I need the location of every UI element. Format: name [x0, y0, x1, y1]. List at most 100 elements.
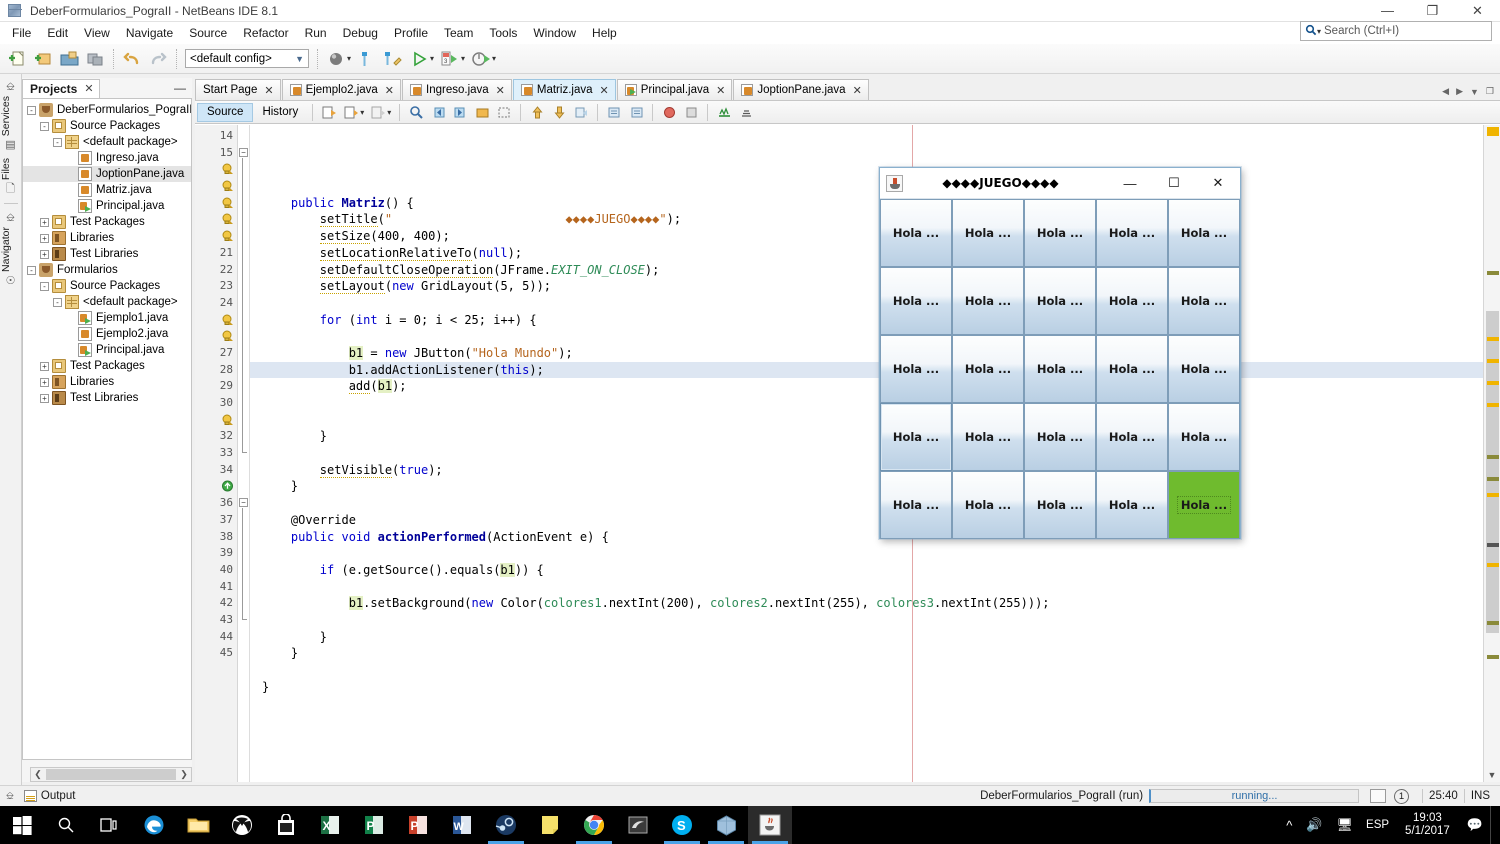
code-line[interactable]: [250, 612, 1500, 629]
java-maximize-button[interactable]: ☐: [1152, 168, 1196, 198]
tree-item-source-packages[interactable]: - Source Packages: [23, 118, 191, 134]
gutter-line[interactable]: [195, 195, 237, 212]
gutter-line[interactable]: 24: [195, 295, 237, 312]
menu-debug[interactable]: Debug: [335, 24, 386, 42]
code-line[interactable]: [250, 579, 1500, 596]
taskbar-search-icon[interactable]: [44, 806, 88, 844]
grid-button[interactable]: Hola ...: [952, 471, 1024, 539]
gutter-line[interactable]: 27: [195, 345, 237, 362]
tree-item-source-packages[interactable]: - Source Packages: [23, 278, 191, 294]
undo-icon[interactable]: [119, 47, 145, 71]
gutter-line[interactable]: [195, 211, 237, 228]
grid-button[interactable]: Hola ...: [1024, 335, 1096, 403]
stripe-mark-warning[interactable]: [1487, 337, 1499, 341]
code-line[interactable]: [250, 495, 1500, 512]
gutter-line[interactable]: [195, 178, 237, 195]
editor-fold-column[interactable]: − −: [238, 125, 250, 782]
save-all-icon[interactable]: [82, 47, 108, 71]
expand-icon[interactable]: +: [40, 393, 49, 403]
inspect-icon[interactable]: [713, 102, 735, 122]
code-line[interactable]: [250, 328, 1500, 345]
gutter-line[interactable]: 29: [195, 378, 237, 395]
new-file-icon[interactable]: [4, 47, 30, 71]
menu-team[interactable]: Team: [436, 24, 481, 42]
gutter-line[interactable]: [195, 478, 237, 495]
expand-icon[interactable]: +: [40, 361, 49, 371]
stripe-mark-annotation[interactable]: [1487, 455, 1499, 459]
stripe-mark-warning[interactable]: [1487, 493, 1499, 497]
run-project-icon[interactable]: [406, 47, 432, 71]
collapse-icon[interactable]: -: [53, 137, 62, 147]
warning-lightbulb-icon[interactable]: [221, 414, 234, 426]
tree-item-test-libraries[interactable]: + Test Libraries: [23, 390, 191, 406]
taskbar-file-explorer-icon[interactable]: [176, 806, 220, 844]
taskbar-sticky-notes-icon[interactable]: [528, 806, 572, 844]
grid-button[interactable]: Hola ...: [880, 199, 952, 267]
code-line[interactable]: setDefaultCloseOperation(JFrame.EXIT_ON_…: [250, 262, 1500, 279]
code-line[interactable]: [250, 445, 1500, 462]
grid-button[interactable]: Hola ...: [880, 335, 952, 403]
stripe-mark-warning[interactable]: [1487, 403, 1499, 407]
warning-lightbulb-icon[interactable]: [221, 230, 234, 242]
last-edit-icon[interactable]: [318, 102, 340, 122]
tree-item-libraries[interactable]: + Libraries: [23, 374, 191, 390]
tree-item-ejemplo1-java[interactable]: Ejemplo1.java: [23, 310, 191, 326]
fold-toggle-constructor[interactable]: −: [239, 147, 248, 157]
close-icon[interactable]: ✕: [84, 82, 93, 95]
gutter-line[interactable]: [195, 328, 237, 345]
code-editor[interactable]: 14 15 21 22 23 24 27 28 29 30 32 33 34 36 37 38 39 40 41 42…: [195, 125, 1500, 782]
tree-item-ejemplo2-java[interactable]: Ejemplo2.java: [23, 326, 191, 342]
grid-button[interactable]: Hola ...: [880, 267, 952, 335]
code-line[interactable]: [250, 295, 1500, 312]
gutter-line[interactable]: 43: [195, 612, 237, 629]
code-line[interactable]: add(b1);: [250, 378, 1500, 395]
taskbar-nvidia-icon[interactable]: [616, 806, 660, 844]
collapse-icon[interactable]: -: [40, 121, 49, 131]
grid-button[interactable]: Hola ...: [880, 471, 952, 539]
grid-button[interactable]: Hola ...: [1096, 471, 1168, 539]
tree-item-joptionpane-java[interactable]: JoptionPane.java: [23, 166, 191, 182]
tree-item-test-packages[interactable]: + Test Packages: [23, 358, 191, 374]
code-line[interactable]: [250, 695, 1500, 712]
grid-button[interactable]: Hola ...: [1168, 471, 1240, 539]
taskbar-java-app-icon[interactable]: [748, 806, 792, 844]
taskbar-skype-icon[interactable]: S: [660, 806, 704, 844]
gutter-line[interactable]: 21: [195, 245, 237, 262]
code-line[interactable]: @Override: [250, 512, 1500, 529]
redo-icon[interactable]: [145, 47, 171, 71]
gutter-line[interactable]: [195, 228, 237, 245]
clean-build-alt-icon[interactable]: [380, 47, 406, 71]
tree-item-test-packages[interactable]: + Test Packages: [23, 214, 191, 230]
grid-button[interactable]: Hola ...: [1168, 199, 1240, 267]
rail-label-navigator[interactable]: Navigator: [0, 227, 12, 272]
grid-button[interactable]: Hola ...: [1024, 471, 1096, 539]
taskbar-powerpoint-icon[interactable]: P: [396, 806, 440, 844]
code-line[interactable]: b1.setBackground(new Color(colores1.next…: [250, 595, 1500, 612]
previous-bookmark-icon[interactable]: [427, 102, 449, 122]
gutter-line[interactable]: 15: [195, 145, 237, 162]
notification-badge[interactable]: 1: [1394, 788, 1410, 804]
project-config-select[interactable]: <default config> ▼: [185, 49, 309, 68]
rail-label-files[interactable]: Files: [0, 158, 12, 180]
profile-dropdown-icon[interactable]: ▾: [492, 54, 496, 63]
menu-window[interactable]: Window: [525, 24, 584, 42]
close-tab-icon[interactable]: ✕: [385, 84, 394, 97]
next-bookmark-icon[interactable]: [449, 102, 471, 122]
dropdown-list-icon[interactable]: ▼: [1470, 87, 1479, 97]
tree-item-default-package[interactable]: - <default package>: [23, 294, 191, 310]
close-tab-icon[interactable]: ✕: [600, 84, 609, 97]
files-icon[interactable]: 🗋: [0, 182, 21, 196]
warning-lightbulb-icon[interactable]: [221, 330, 234, 342]
rail-label-services[interactable]: Services: [0, 96, 12, 136]
show-hidden-icons-icon[interactable]: ^: [1279, 818, 1299, 833]
output-label[interactable]: Output: [41, 790, 76, 802]
tree-item-deberformularios-pograii[interactable]: - DeberFormularios_PograII: [23, 102, 191, 118]
code-line[interactable]: if (e.getSource().equals(b1)) {: [250, 562, 1500, 579]
warning-lightbulb-icon[interactable]: [221, 314, 234, 326]
java-minimize-button[interactable]: —: [1108, 168, 1152, 198]
expand-icon[interactable]: +: [40, 233, 49, 243]
collapse-icon[interactable]: -: [27, 105, 36, 115]
gutter-line[interactable]: 41: [195, 579, 237, 596]
grid-button[interactable]: Hola ...: [1024, 199, 1096, 267]
menu-refactor[interactable]: Refactor: [235, 24, 296, 42]
